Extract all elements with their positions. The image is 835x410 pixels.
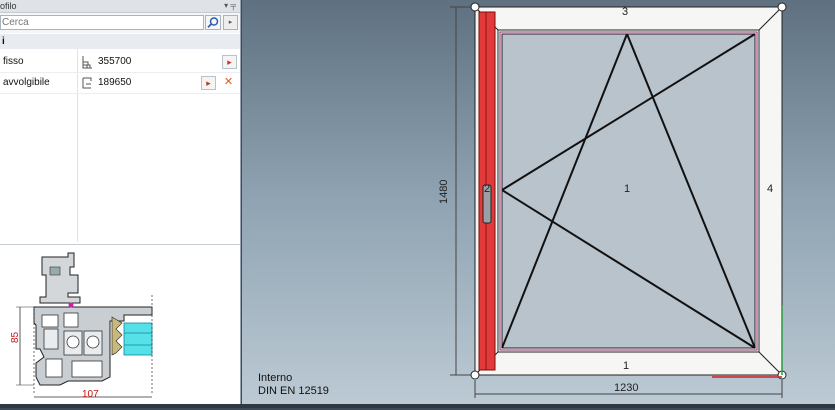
property-name: avvolgibile	[3, 77, 50, 88]
drawing-canvas[interactable]: 3 1 2 4 1 1480 1230 Interno DIN EN 12519	[242, 0, 835, 404]
property-row-fisso[interactable]: fisso 355700 ▸	[0, 52, 240, 73]
group-label: i	[2, 36, 5, 47]
property-row-avvolgibile[interactable]: avvolgibile 189650 ▸ ✕	[0, 73, 240, 94]
side-note: Interno	[258, 372, 293, 384]
property-name: fisso	[3, 56, 24, 67]
bottom-bar	[0, 404, 835, 408]
standard-note: DIN EN 12519	[258, 385, 329, 397]
search-button[interactable]	[205, 15, 221, 30]
frame-label-top: 3	[622, 6, 629, 18]
frame-label-right: 4	[767, 183, 774, 195]
sash-label-center: 1	[624, 183, 631, 195]
dimension-height[interactable]: 1480	[438, 180, 450, 204]
dimension-width[interactable]: 1230	[614, 382, 638, 394]
scroll-right-button[interactable]: ▸	[223, 15, 238, 30]
profile-panel: ofilo ▾ ╤ ▸ i fisso 355700 ▸ avvolgibile	[0, 0, 241, 405]
property-value: 355700	[98, 56, 132, 67]
frame-label-left: 2	[484, 183, 491, 195]
panel-title: ofilo	[0, 1, 17, 11]
search-input[interactable]	[0, 15, 204, 30]
window-drawing	[450, 2, 787, 398]
profile-section-drawing	[16, 252, 153, 398]
frame-profile-icon	[82, 56, 92, 69]
property-value: 189650	[98, 77, 132, 88]
remove-icon[interactable]: ✕	[221, 76, 236, 90]
panel-header: ofilo ▾ ╤	[0, 0, 240, 13]
search-icon	[207, 17, 219, 28]
panel-pin-icons[interactable]: ▾ ╤	[224, 0, 236, 12]
search-row: ▸	[0, 13, 240, 33]
profile-preview: 85 107	[0, 244, 240, 405]
edit-button[interactable]: ▸	[222, 55, 237, 69]
edit-button[interactable]: ▸	[201, 76, 216, 90]
group-header[interactable]: i	[0, 34, 240, 49]
frame-label-bottom: 1	[623, 360, 630, 372]
preview-dim-vertical: 85	[10, 331, 21, 343]
preview-dim-horizontal: 107	[82, 389, 99, 400]
shutter-profile-icon	[82, 77, 92, 89]
